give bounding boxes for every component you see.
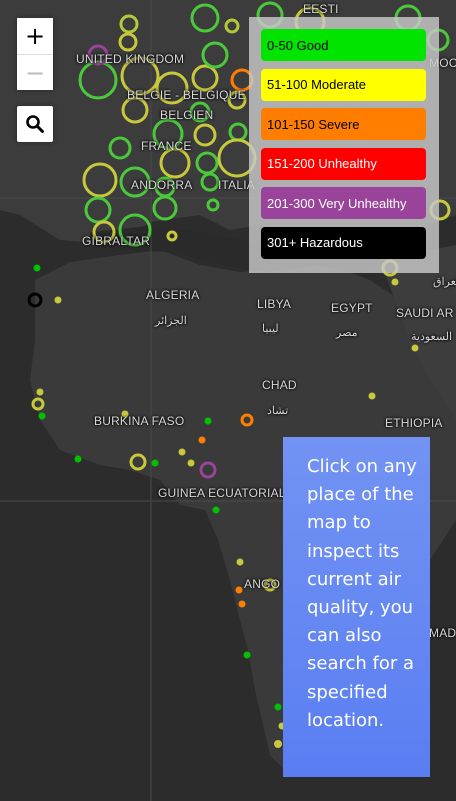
- legend-label: 301+ Hazardous: [267, 235, 363, 250]
- search-icon: [26, 115, 44, 133]
- legend-label: 201-300 Very Unhealthy: [267, 195, 407, 211]
- map-label-guinea: GUINEA ECUATORIAL: [158, 486, 286, 500]
- map-label-saudi: SAUDI AR: [396, 306, 454, 320]
- map-label-algeria-ar: الجزائر: [155, 315, 187, 327]
- legend-item-hazardous: 301+ Hazardous: [261, 226, 426, 259]
- map-label-belgium-nl: BELGIE - BELGIQUE: [127, 88, 246, 102]
- zoom-control: + −: [17, 18, 53, 90]
- map-label-algeria: ALGERIA: [146, 288, 200, 302]
- map-label-estonia: EESTI: [303, 2, 339, 16]
- info-text: Click on any place of the map to inspect…: [307, 456, 417, 731]
- map-label-ethiopia: ETHIOPIA: [385, 416, 443, 430]
- aqi-legend: 0-50 Good 51-100 Moderate 101-150 Severe…: [249, 17, 439, 273]
- zoom-out-button[interactable]: −: [17, 54, 53, 90]
- map-label-egypt-ar: مصر: [336, 327, 358, 339]
- search-button[interactable]: [17, 106, 53, 142]
- map-label-angola: ANGO: [244, 577, 281, 591]
- legend-label: 151-200 Unhealthy: [267, 156, 377, 171]
- map-label-mad: MAD: [429, 626, 456, 640]
- map-label-france: FRANCE: [141, 139, 192, 153]
- map-label-iraq-ar: العراق: [433, 276, 456, 288]
- map-label-gibraltar: GIBRALTAR: [82, 234, 151, 248]
- zoom-in-button[interactable]: +: [17, 18, 53, 54]
- map-label-egypt: EGYPT: [331, 301, 373, 315]
- map-label-andorra: ANDORRA: [131, 178, 193, 192]
- legend-label: 51-100 Moderate: [267, 77, 367, 92]
- legend-item-moderate: 51-100 Moderate: [261, 68, 426, 101]
- map-label-uk: UNITED KINGDOM: [76, 52, 185, 66]
- map-label-belgium-en: BELGIEN: [160, 108, 214, 122]
- legend-label: 101-150 Severe: [267, 116, 360, 132]
- map-label-chad-ar: تشاد: [267, 405, 289, 417]
- legend-item-good: 0-50 Good: [261, 29, 426, 61]
- info-panel: Click on any place of the map to inspect…: [283, 437, 430, 777]
- legend-item-severe: 101-150 Severe: [261, 108, 426, 140]
- legend-label: 0-50 Good: [267, 37, 329, 53]
- map-label-burkina: BURKINA FASO: [94, 414, 185, 428]
- map-label-chad: CHAD: [262, 378, 297, 392]
- legend-item-unhealthy: 151-200 Unhealthy: [261, 147, 426, 180]
- map-label-libya-ar: ليبيا: [262, 323, 279, 335]
- map-label-saudi-ar: السعودية: [411, 331, 453, 343]
- legend-item-very-unhealthy: 201-300 Very Unhealthy: [261, 187, 426, 219]
- map-label-libya: LIBYA: [257, 297, 292, 311]
